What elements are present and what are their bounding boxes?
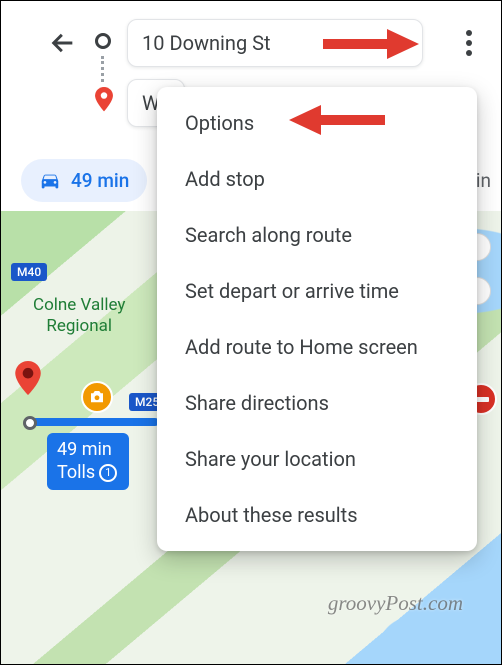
menu-item-share-directions[interactable]: Share directions <box>185 391 449 415</box>
route-polyline <box>29 418 159 426</box>
watermark-text: groovyPost.com <box>328 591 463 616</box>
overflow-menu: Options Add stop Search along route Set … <box>157 87 477 551</box>
menu-item-options[interactable]: Options <box>185 111 449 135</box>
menu-item-add-home-screen[interactable]: Add route to Home screen <box>185 335 449 359</box>
route-time-text: 49 min <box>57 439 117 462</box>
road-label-m40: M40 <box>11 263 47 281</box>
menu-item-about-results[interactable]: About these results <box>185 503 449 527</box>
car-icon <box>39 170 61 192</box>
destination-pin-icon[interactable] <box>11 361 45 395</box>
traffic-camera-icon[interactable] <box>81 381 113 413</box>
route-tolls-text: Tolls <box>57 462 95 485</box>
origin-icon <box>95 33 111 49</box>
toll-count: 1 <box>99 464 117 482</box>
route-time-badge[interactable]: 49 min Tolls 1 <box>47 433 129 490</box>
destination-icon <box>94 87 114 113</box>
driving-time-text: 49 min <box>71 169 129 192</box>
origin-input-value: 10 Downing St <box>142 31 271 55</box>
park-label: Colne Valley Regional <box>33 295 125 338</box>
route-dotted-connector <box>101 56 104 82</box>
menu-item-add-stop[interactable]: Add stop <box>185 167 449 191</box>
menu-item-depart-arrive[interactable]: Set depart or arrive time <box>185 279 449 303</box>
overflow-menu-button[interactable] <box>457 27 481 59</box>
travel-mode-driving-chip[interactable]: 49 min <box>21 159 147 202</box>
partial-chip-text: in <box>476 169 491 192</box>
menu-item-search-along[interactable]: Search along route <box>185 223 449 247</box>
route-origin-dot <box>23 416 37 430</box>
menu-item-share-location[interactable]: Share your location <box>185 447 449 471</box>
origin-input[interactable]: 10 Downing St <box>127 19 423 67</box>
back-button[interactable] <box>49 29 77 57</box>
